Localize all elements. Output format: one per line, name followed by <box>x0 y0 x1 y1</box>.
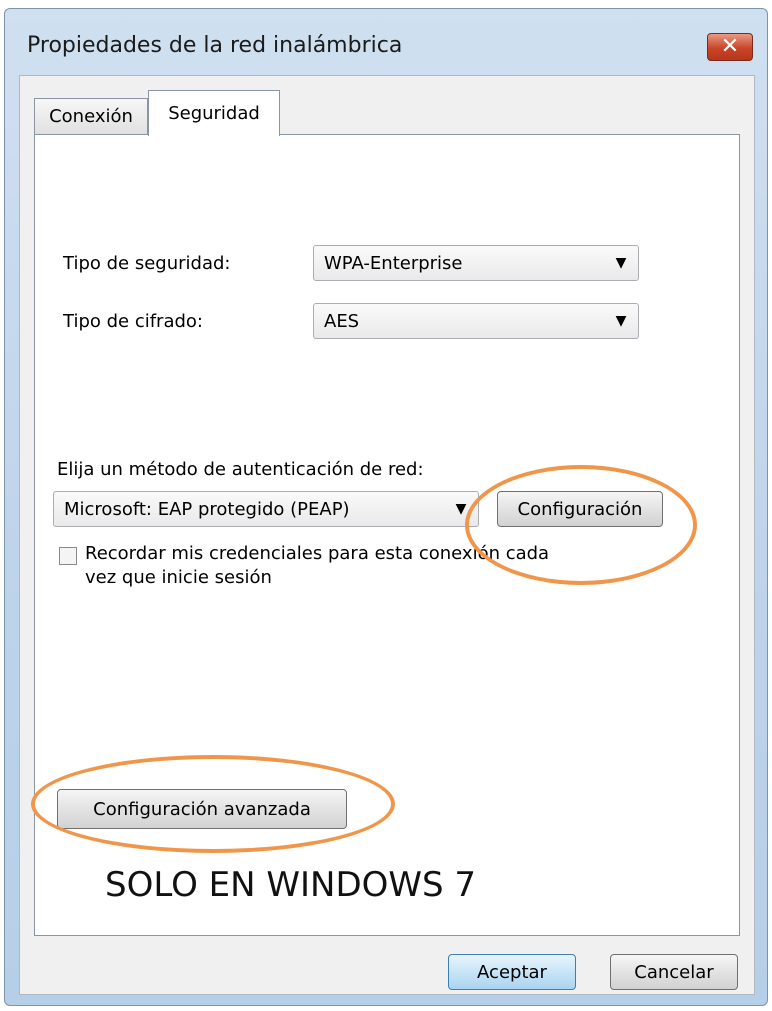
dialog-client: Conexión Seguridad Tipo de seguridad: WP… <box>19 75 755 995</box>
cancel-button[interactable]: Cancelar <box>610 954 738 990</box>
tab-seguridad[interactable]: Seguridad <box>148 90 280 136</box>
dialog-window: Propiedades de la red inalámbrica ✕ Cone… <box>4 8 768 1006</box>
chevron-down-icon: ▼ <box>455 501 467 517</box>
auth-method-label: Elija un método de autenticación de red: <box>57 459 424 480</box>
security-tab-panel: Tipo de seguridad: WPA-Enterprise ▼ Tipo… <box>31 134 740 936</box>
security-type-value: WPA-Enterprise <box>324 252 463 274</box>
title-bar: Propiedades de la red inalámbrica ✕ <box>5 9 767 75</box>
tab-seguridad-label: Seguridad <box>168 103 260 124</box>
cipher-type-value: AES <box>324 310 360 332</box>
chevron-down-icon: ▼ <box>615 313 627 329</box>
remember-credentials-label-line1: Recordar mis credenciales para esta cone… <box>85 543 550 564</box>
auth-method-select[interactable]: Microsoft: EAP protegido (PEAP) ▼ <box>53 491 479 527</box>
remember-credentials-label-line2: vez que inicie sesión <box>85 567 272 588</box>
chevron-down-icon: ▼ <box>615 255 627 271</box>
auth-method-value: Microsoft: EAP protegido (PEAP) <box>64 498 350 520</box>
ok-button[interactable]: Aceptar <box>448 954 576 990</box>
tab-conexion[interactable]: Conexión <box>34 98 148 134</box>
advanced-settings-button[interactable]: Configuración avanzada <box>57 789 347 829</box>
security-type-select[interactable]: WPA-Enterprise ▼ <box>313 245 639 281</box>
window-title: Propiedades de la red inalámbrica <box>27 33 403 58</box>
close-button[interactable]: ✕ <box>707 33 753 61</box>
cipher-type-label: Tipo de cifrado: <box>63 311 203 332</box>
security-type-label: Tipo de seguridad: <box>63 253 231 274</box>
settings-button[interactable]: Configuración <box>497 491 663 527</box>
close-icon: ✕ <box>720 34 740 59</box>
remember-credentials-checkbox[interactable] <box>59 547 77 565</box>
tab-conexion-label: Conexión <box>49 106 133 127</box>
annotation-text: SOLO EN WINDOWS 7 <box>105 865 477 905</box>
cipher-type-select[interactable]: AES ▼ <box>313 303 639 339</box>
